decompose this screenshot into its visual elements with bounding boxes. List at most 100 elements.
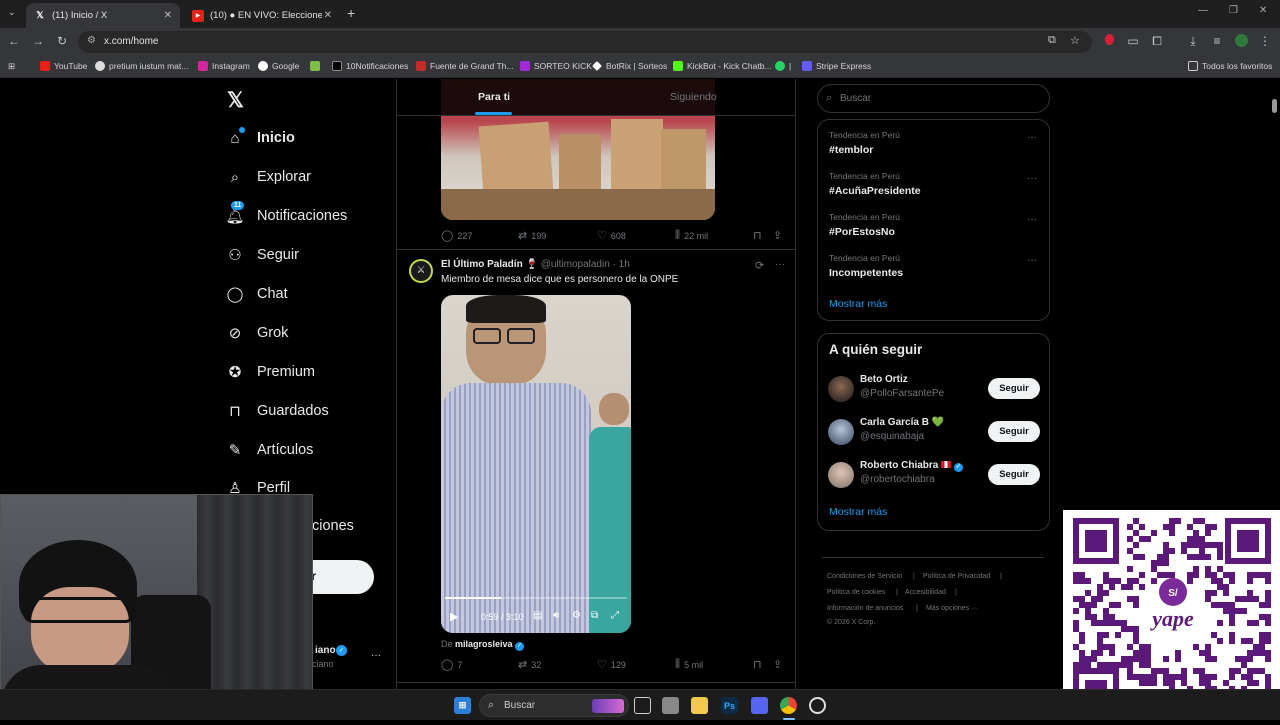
share-button[interactable]: ⇪ bbox=[773, 229, 786, 242]
fullscreen-icon[interactable]: ⤢ bbox=[611, 610, 619, 621]
more-icon[interactable]: ··· bbox=[371, 650, 381, 661]
windows-start-icon[interactable]: ⊞ bbox=[454, 697, 471, 714]
views-button[interactable]: ⫼ 22 mil bbox=[675, 229, 708, 242]
close-window-icon[interactable]: ✕ bbox=[1259, 5, 1267, 16]
show-more-follow-link[interactable]: Mostrar más bbox=[829, 506, 887, 518]
bookmark-botrix[interactable]: BotRix | Sorteos bbox=[592, 61, 667, 71]
task-view-icon[interactable] bbox=[634, 697, 651, 714]
sidebar-item-notificaciones[interactable]: 🔔︎ 11 Notificaciones bbox=[225, 201, 347, 225]
footer-link[interactable]: Política de Privacidad bbox=[923, 573, 990, 580]
bookmark-pretium[interactable]: pretium iustum mat... bbox=[95, 61, 188, 71]
trend-more-icon[interactable]: ··· bbox=[1027, 132, 1037, 143]
like-button[interactable]: ♡ 608 bbox=[597, 229, 626, 242]
tab-para-ti[interactable]: Para ti bbox=[478, 91, 510, 103]
trend-more-icon[interactable]: ··· bbox=[1027, 255, 1037, 266]
post-author-handle[interactable]: @ultimopaladin bbox=[541, 259, 610, 270]
footer-link[interactable]: Condiciones de Servicio bbox=[827, 573, 902, 580]
discord-icon[interactable] bbox=[751, 697, 768, 714]
volume-icon[interactable]: 🔊︎ bbox=[553, 610, 559, 621]
attribution-user[interactable]: milagrosleiva bbox=[455, 639, 513, 649]
trend-more-icon[interactable]: ··· bbox=[1027, 214, 1037, 225]
footer-link[interactable]: Más opciones ··· bbox=[926, 605, 978, 612]
post-author-name[interactable]: El Último Paladín bbox=[441, 259, 523, 270]
share-button[interactable]: ⇪ bbox=[773, 658, 786, 671]
sidebar-item-premium[interactable]: ✪ Premium bbox=[226, 363, 315, 381]
trend-item[interactable]: Tendencia en Perú #PorEstosNo ··· bbox=[818, 210, 1049, 246]
trend-item[interactable]: Tendencia en Perú #temblor ··· bbox=[818, 128, 1049, 164]
sidebar-item-grok[interactable]: ⊘ Grok bbox=[226, 324, 289, 342]
footer-link[interactable]: Política de cookies bbox=[827, 589, 885, 596]
site-info-icon[interactable]: ⚙ bbox=[87, 35, 96, 46]
new-tab-icon[interactable]: + bbox=[347, 5, 355, 21]
bookmark-button[interactable]: ⊓ bbox=[753, 658, 766, 671]
settings-icon[interactable]: ⚙ bbox=[572, 610, 581, 621]
follow-suggestion[interactable]: Beto Ortiz @PolloFarsantePe Seguir bbox=[828, 374, 1040, 408]
bookmark-sorteo-kick[interactable]: SORTEO KICK bbox=[520, 61, 592, 71]
bookmark-grand-theft[interactable]: Fuente de Grand Th... bbox=[416, 61, 513, 71]
trend-item[interactable]: Tendencia en Perú #AcuñaPresidente ··· bbox=[818, 169, 1049, 205]
follow-suggestion[interactable]: Carla García B 💚 @esquinabaja Seguir bbox=[828, 417, 1040, 451]
profile-avatar-icon[interactable] bbox=[1233, 34, 1249, 50]
all-bookmarks-folder[interactable]: Todos los favoritos bbox=[1188, 61, 1272, 71]
footer-link[interactable]: Información de anuncios bbox=[827, 605, 903, 612]
like-button[interactable]: ♡ 129 bbox=[597, 658, 626, 671]
play-icon[interactable]: ▶ bbox=[450, 610, 458, 623]
avatar[interactable] bbox=[828, 462, 854, 488]
sidebar-item-inicio[interactable]: ⌂ Inicio bbox=[226, 127, 295, 147]
extension-red-icon[interactable] bbox=[1101, 34, 1117, 48]
apps-grid-icon[interactable]: ⊞ bbox=[8, 61, 15, 72]
x-logo-icon[interactable]: 𝕏 bbox=[227, 88, 244, 113]
photoshop-icon[interactable]: Ps bbox=[721, 697, 738, 714]
post-more-icon[interactable]: ··· bbox=[775, 259, 785, 270]
search-input[interactable]: ⌕ Buscar bbox=[817, 84, 1050, 113]
grok-icon[interactable]: ⟳ bbox=[755, 259, 764, 272]
address-bar[interactable]: ⚙ x.com/home ⧉ ☆ bbox=[78, 31, 1092, 53]
back-icon[interactable]: ← bbox=[6, 34, 22, 48]
tab-siguiendo[interactable]: Siguiendo bbox=[670, 91, 717, 103]
captions-icon[interactable]: ▤ bbox=[533, 610, 542, 621]
sidebar-item-articulos[interactable]: ✎ Artículos bbox=[226, 441, 314, 459]
follow-button[interactable]: Seguir bbox=[988, 464, 1040, 485]
extension-icon[interactable]: ▭ bbox=[1125, 34, 1141, 48]
download-icon[interactable]: ⤓ bbox=[1185, 34, 1201, 49]
sidebar-item-chat[interactable]: ◯ Chat bbox=[226, 285, 288, 303]
bookmark-star-icon[interactable]: ☆ bbox=[1070, 34, 1080, 47]
app-icon[interactable] bbox=[662, 697, 679, 714]
video-player[interactable]: ▶ 0:59 / 3:10 ▤ 🔊︎ ⚙ ⧉ ⤢ bbox=[441, 295, 631, 633]
follow-button[interactable]: Seguir bbox=[988, 421, 1040, 442]
extensions-puzzle-icon[interactable]: ⧠ bbox=[1149, 34, 1165, 49]
menu-kebab-icon[interactable]: ⋮ bbox=[1257, 34, 1273, 48]
bookmark-pinwheel[interactable] bbox=[310, 61, 324, 71]
avatar[interactable] bbox=[828, 376, 854, 402]
sidebar-item-seguir[interactable]: ⚇ Seguir bbox=[226, 246, 299, 264]
url-text[interactable]: x.com/home bbox=[104, 36, 158, 47]
taskbar-search[interactable]: ⌕ Buscar bbox=[479, 694, 629, 717]
pip-icon[interactable]: ⧉ bbox=[591, 610, 598, 621]
show-more-trends-link[interactable]: Mostrar más bbox=[829, 298, 887, 310]
bookmark-10notificaciones[interactable]: 10Notificaciones bbox=[332, 61, 408, 71]
trend-more-icon[interactable]: ··· bbox=[1027, 173, 1037, 184]
close-tab-icon[interactable]: ✕ bbox=[324, 10, 332, 21]
file-explorer-icon[interactable] bbox=[691, 697, 708, 714]
bookmark-youtube[interactable]: YouTube bbox=[40, 61, 87, 71]
reply-button[interactable]: ◯ 227 bbox=[441, 229, 472, 242]
footer-link[interactable]: Accesibilidad bbox=[905, 589, 946, 596]
bookmark-google[interactable]: Google bbox=[258, 61, 299, 71]
sidebar-item-explorar[interactable]: ⌕ Explorar bbox=[226, 168, 311, 186]
bookmark-instagram[interactable]: Instagram bbox=[198, 61, 250, 71]
trend-item[interactable]: Tendencia en Perú Incompetentes ··· bbox=[818, 251, 1049, 287]
repost-button[interactable]: ⇄ 199 bbox=[518, 229, 546, 242]
tab-list-chevron-icon[interactable]: ⌄ bbox=[8, 7, 16, 18]
post-time[interactable]: · 1h bbox=[613, 259, 630, 270]
minimize-icon[interactable]: — bbox=[1198, 5, 1208, 16]
media-control-icon[interactable]: ≡ bbox=[1209, 34, 1225, 48]
tab-x-home[interactable]: 𝕏 (11) Inicio / X ✕ bbox=[26, 3, 180, 28]
views-button[interactable]: ⫼ 5 mil bbox=[675, 658, 703, 671]
post-author-avatar[interactable]: ⚔ bbox=[409, 259, 433, 283]
avatar[interactable] bbox=[828, 419, 854, 445]
repost-button[interactable]: ⇄ 32 bbox=[518, 658, 541, 671]
follow-button[interactable]: Seguir bbox=[988, 378, 1040, 399]
sidebar-item-guardados[interactable]: ⊓ Guardados bbox=[226, 402, 329, 420]
scrollbar[interactable] bbox=[1272, 99, 1277, 113]
close-tab-icon[interactable]: ✕ bbox=[164, 10, 172, 21]
